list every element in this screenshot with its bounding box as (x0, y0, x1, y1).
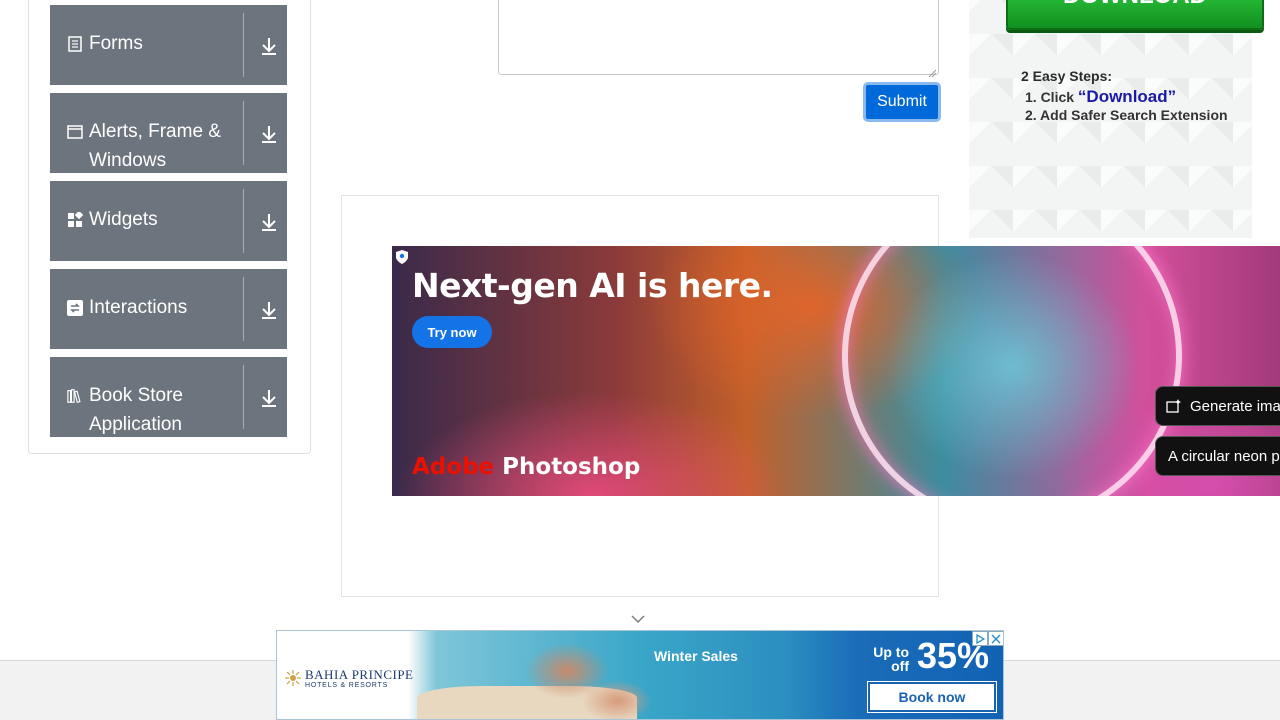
window-icon (67, 124, 83, 140)
neon-ring-image (842, 246, 1182, 496)
form-icon (67, 36, 83, 52)
sidebar-group-book-store[interactable]: Book Store Application (50, 357, 287, 437)
generate-image-pill[interactable]: Generate ima (1155, 386, 1280, 426)
book-now-button[interactable]: Book now (867, 681, 997, 713)
text-area-input[interactable] (498, 0, 939, 78)
sidebar-group-label: Book Store Application (89, 385, 183, 435)
download-arrow-icon[interactable] (260, 212, 278, 232)
step-two: 2. Add Safer Search Extension (1025, 107, 1228, 123)
divider (243, 189, 244, 253)
bahia-logo-subtext: HOTELS & RESORTS (305, 682, 389, 689)
sidebar-group-label: Interactions (89, 297, 188, 318)
download-arrow-icon[interactable] (260, 36, 278, 56)
chevron-down-icon[interactable] (631, 612, 645, 626)
close-ad-icon[interactable] (988, 631, 1003, 646)
sidebar-group-label: Widgets (89, 209, 158, 230)
download-label: DOWNLOAD (1063, 0, 1207, 9)
download-arrow-icon[interactable] (260, 300, 278, 320)
bahia-logo-text: BAHIA PRINCIPE (305, 667, 414, 682)
widgets-icon (67, 212, 83, 228)
photoshop-ad[interactable]: Next-gen AI is here. Try now Adobe Photo… (392, 246, 1280, 496)
divider (243, 101, 244, 165)
submit-button[interactable]: Submit (863, 82, 941, 122)
brand-product: Photoshop (502, 454, 641, 480)
sidebar-group-widgets[interactable]: Widgets (50, 181, 287, 261)
download-button[interactable]: DOWNLOAD (1006, 0, 1264, 30)
sidebar-group-alerts[interactable]: Alerts, Frame & Windows (50, 93, 287, 173)
divider (243, 277, 244, 341)
promo-text: Winter Sales (654, 648, 738, 664)
sidebar-group-label: Forms (89, 33, 143, 54)
pill-label: A circular neon p (1168, 447, 1280, 465)
divider (243, 365, 244, 429)
book-store-icon (67, 388, 83, 404)
ad-brand: Adobe Photoshop (412, 454, 640, 480)
ad-headline: Next-gen AI is here. (412, 266, 773, 305)
up-to-text: Up to (873, 644, 909, 660)
download-arrow-icon[interactable] (260, 124, 278, 144)
sidebar-group-forms[interactable]: Forms (50, 5, 287, 85)
couple-image (507, 631, 657, 719)
shield-icon (396, 250, 408, 264)
sidebar-group-label: Alerts, Frame & Windows (89, 121, 221, 171)
step-one: 1. Click “Download” (1025, 87, 1176, 107)
interactions-icon (67, 300, 83, 316)
step-one-highlight: “Download” (1077, 87, 1177, 106)
resize-grip-icon[interactable] (928, 64, 937, 78)
prompt-pill[interactable]: A circular neon p (1155, 436, 1280, 476)
bahia-logo-icon (285, 670, 301, 686)
ad-choices-icon[interactable] (972, 631, 988, 646)
download-arrow-icon[interactable] (260, 388, 278, 408)
divider (243, 13, 244, 77)
bahia-principe-ad[interactable]: BAHIA PRINCIPE HOTELS & RESORTS Winter S… (276, 630, 1004, 720)
discount-prefix: Up to off (873, 645, 909, 673)
pill-label: Generate ima (1190, 397, 1280, 415)
step-one-prefix: 1. Click (1025, 89, 1078, 105)
brand-adobe: Adobe (412, 454, 495, 480)
sidebar-group-interactions[interactable]: Interactions (50, 269, 287, 349)
try-now-button[interactable]: Try now (412, 316, 492, 348)
sparkle-image-icon (1166, 398, 1182, 414)
off-text: off (891, 658, 909, 674)
steps-title: 2 Easy Steps: (1021, 68, 1113, 84)
